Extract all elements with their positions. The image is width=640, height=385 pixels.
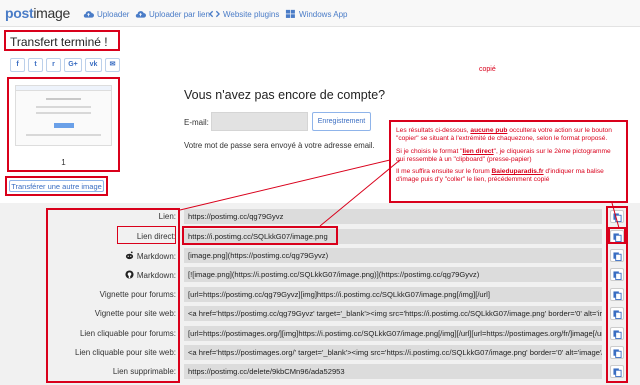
copie-annotation: copié [479,66,496,73]
nav-windows-app[interactable]: Windows App [285,9,347,19]
link-label: Vignette pour forums: [100,290,176,299]
transfer-another-highlight: Transférer une autre image [5,176,108,196]
copy-button[interactable] [610,365,624,378]
clipboard-icon [613,251,622,261]
copy-button[interactable] [610,249,624,262]
link-label: Lien supprimable: [113,367,176,376]
email-field[interactable] [211,112,308,131]
link-field[interactable]: [url=https://postimages.org/][img]https:… [184,326,602,341]
reddit-share-button[interactable]: r [46,58,61,72]
link-label-text: Markdown: [136,271,176,280]
email-share-button[interactable]: ✉ [105,58,120,72]
thumbnail-line [46,98,81,100]
clipboard-icon [613,367,622,377]
thumbnail-line [26,134,101,136]
clipboard-icon [613,270,622,280]
twitter-share-button[interactable]: t [28,58,43,72]
vk-share-button[interactable]: vk [85,58,102,72]
email-label: E-mail: [184,118,209,127]
register-button[interactable]: Enregistrement [312,112,371,131]
link-field[interactable]: [![image.png](https://i.postimg.cc/SQLkk… [184,267,602,282]
link-label-text: Vignette pour site web: [94,309,176,318]
copy-button[interactable] [610,346,624,359]
link-label-text: Markdown: [136,252,176,261]
nav-uploader-par-lien[interactable]: Uploader par lien [135,9,210,19]
cloud-upload-icon [83,11,94,18]
link-label-text: Lien cliquable pour site web: [75,348,176,357]
cloud-link-icon [135,11,146,18]
clipboard-icon [613,348,622,358]
link-field[interactable]: https://postimg.cc/qg79Gyvz [184,209,602,224]
link-label: Lien: [159,212,176,221]
transfer-status-title: Transfert terminé ! [4,30,120,51]
password-note: Votre mot de passe sera envoyé à votre a… [184,141,375,150]
thumbnail-bar [16,86,111,91]
copy-button[interactable] [610,327,624,340]
nav-windows-app-label: Windows App [299,10,348,19]
direct-link-field-highlight [182,226,338,245]
thumbnail-line [36,112,91,114]
clipboard-icon [613,309,622,319]
link-field[interactable]: <a href='https://postimg.cc/qg79Gyvz' ta… [184,306,602,321]
thumbnail-line [36,106,91,108]
copy-button[interactable] [610,288,624,301]
thumbnail-button [54,123,74,128]
windows-icon [285,9,295,18]
link-field[interactable]: [url=https://postimg.cc/qg79Gyvz][img]ht… [184,287,602,302]
link-label-text: Lien: [158,212,176,221]
nav-website-plugins-label: Website plugins [223,10,280,19]
copy-button[interactable] [610,268,624,281]
link-label: Vignette pour site web: [95,309,176,318]
reddit-icon [125,251,133,260]
annotation-note: Les résultats ci-dessous, aucune pub occ… [389,120,628,203]
image-count: 1 [61,158,66,167]
googleplus-share-button[interactable]: G+ [64,58,82,72]
transfer-another-button[interactable]: Transférer une autre image [9,180,104,192]
nav-uploader-label: Uploader [97,10,130,19]
link-field[interactable]: https://postimg.cc/delete/9kbCMn96/ada52… [184,364,602,379]
link-label: Markdown: [125,251,176,261]
link-label-text: Lien supprimable: [112,367,176,376]
direct-link-label-highlight [117,226,176,244]
code-icon [209,10,220,18]
clipboard-icon [613,212,622,222]
logo-text-main: post [5,5,34,21]
annotation-paragraph-1: Les résultats ci-dessous, aucune pub occ… [396,127,612,143]
link-label-text: Vignette pour forums: [99,290,176,299]
copy-button[interactable] [610,307,624,320]
clipboard-icon [613,329,622,339]
nav-uploader-par-lien-label: Uploader par lien [149,10,210,19]
annotation-paragraph-2: Si je choisis le format "lien direct", j… [396,147,611,163]
link-label: Lien cliquable pour forums: [80,329,176,338]
direct-link-copy-highlight [608,227,626,244]
nav-uploader[interactable]: Uploader [83,9,129,19]
postimage-logo[interactable]: postimage [5,5,70,21]
account-prompt-title: Vous n'avez pas encore de compte? [184,88,386,102]
top-navbar: postimage Uploader Uploader par lien Web… [0,0,640,27]
clipboard-icon [613,290,622,300]
nav-website-plugins[interactable]: Website plugins [209,9,279,19]
link-label: Markdown: [125,270,176,280]
logo-text-rest: image [33,5,70,21]
link-label-text: Lien cliquable pour forums: [79,329,176,338]
annotation-paragraph-3: Il me suffira ensuite sur le forum Baied… [396,168,604,184]
link-field[interactable]: [image.png](https://postimg.cc/qg79Gyvz) [184,248,602,263]
github-icon [125,270,134,279]
uploaded-image-panel: 1 [7,77,120,172]
copy-button[interactable] [610,210,624,223]
link-label: Lien cliquable pour site web: [75,348,176,357]
uploaded-image-thumbnail[interactable] [15,85,112,146]
link-field[interactable]: <a href='https://postimages.org/' target… [184,345,602,360]
facebook-share-button[interactable]: f [10,58,25,72]
